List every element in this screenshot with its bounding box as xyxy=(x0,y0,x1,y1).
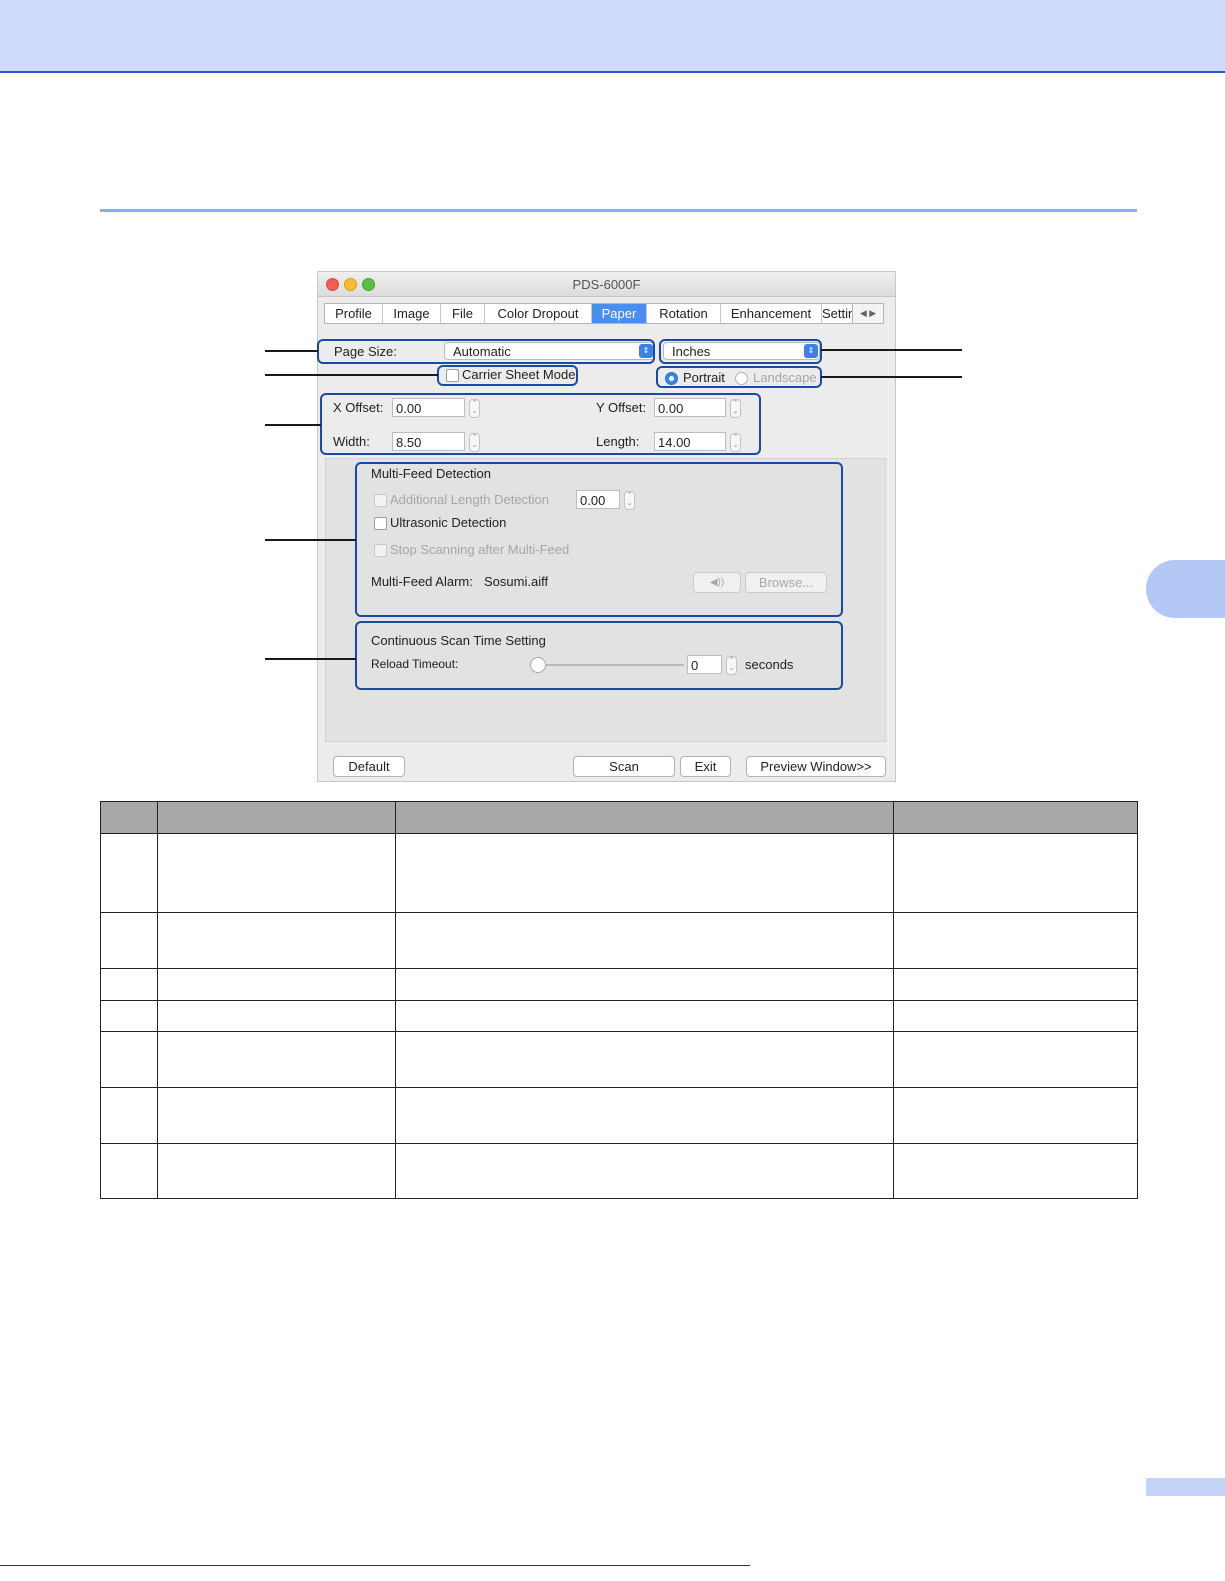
table-row xyxy=(100,968,1138,1001)
table-header-cell xyxy=(394,801,895,834)
tab-rotation[interactable]: Rotation xyxy=(647,304,721,323)
tab-bar: Profile Image File Color Dropout Paper R… xyxy=(324,303,859,324)
title-bar: PDS-6000F xyxy=(318,272,895,297)
table-row xyxy=(100,1143,1138,1199)
footer-rule xyxy=(0,1565,750,1566)
page-number-tab xyxy=(1146,1478,1225,1496)
table-row xyxy=(100,1031,1138,1088)
callout-units xyxy=(659,339,822,364)
leader-line xyxy=(821,376,962,378)
tab-paper[interactable]: Paper xyxy=(592,304,647,323)
table-row xyxy=(100,1000,1138,1032)
callout-offsets xyxy=(320,393,761,455)
exit-button[interactable]: Exit xyxy=(680,756,731,777)
leader-line xyxy=(265,350,318,352)
tab-scroll-arrows[interactable]: ◀ ▶ xyxy=(852,303,884,324)
table-header-cell xyxy=(100,801,158,834)
leader-line xyxy=(265,539,356,541)
scan-button[interactable]: Scan xyxy=(573,756,675,777)
leader-line xyxy=(265,658,356,660)
window-title: PDS-6000F xyxy=(572,277,641,292)
preview-window-button[interactable]: Preview Window>> xyxy=(746,756,886,777)
table-row xyxy=(100,912,1138,969)
leader-line xyxy=(265,424,321,426)
callout-carrier-sheet xyxy=(437,365,578,386)
header-band xyxy=(0,0,1225,73)
table-header-cell xyxy=(893,801,1138,834)
leader-line xyxy=(265,374,438,376)
table-row xyxy=(100,833,1138,913)
default-button[interactable]: Default xyxy=(333,756,405,777)
tab-image[interactable]: Image xyxy=(383,304,441,323)
callout-orientation xyxy=(656,366,822,388)
section-divider xyxy=(100,209,1137,212)
tab-profile[interactable]: Profile xyxy=(325,304,383,323)
description-table xyxy=(100,801,1138,1199)
callout-page-size xyxy=(317,339,655,364)
table-header-cell xyxy=(156,801,396,834)
table-header-row xyxy=(100,801,1138,834)
chapter-tab xyxy=(1146,560,1225,618)
tab-enhancement[interactable]: Enhancement xyxy=(721,304,822,323)
table-row xyxy=(100,1087,1138,1144)
tab-file[interactable]: File xyxy=(441,304,485,323)
leader-line xyxy=(821,349,962,351)
callout-continuous xyxy=(355,621,843,690)
tab-color-dropout[interactable]: Color Dropout xyxy=(485,304,592,323)
callout-multifeed xyxy=(355,462,843,617)
